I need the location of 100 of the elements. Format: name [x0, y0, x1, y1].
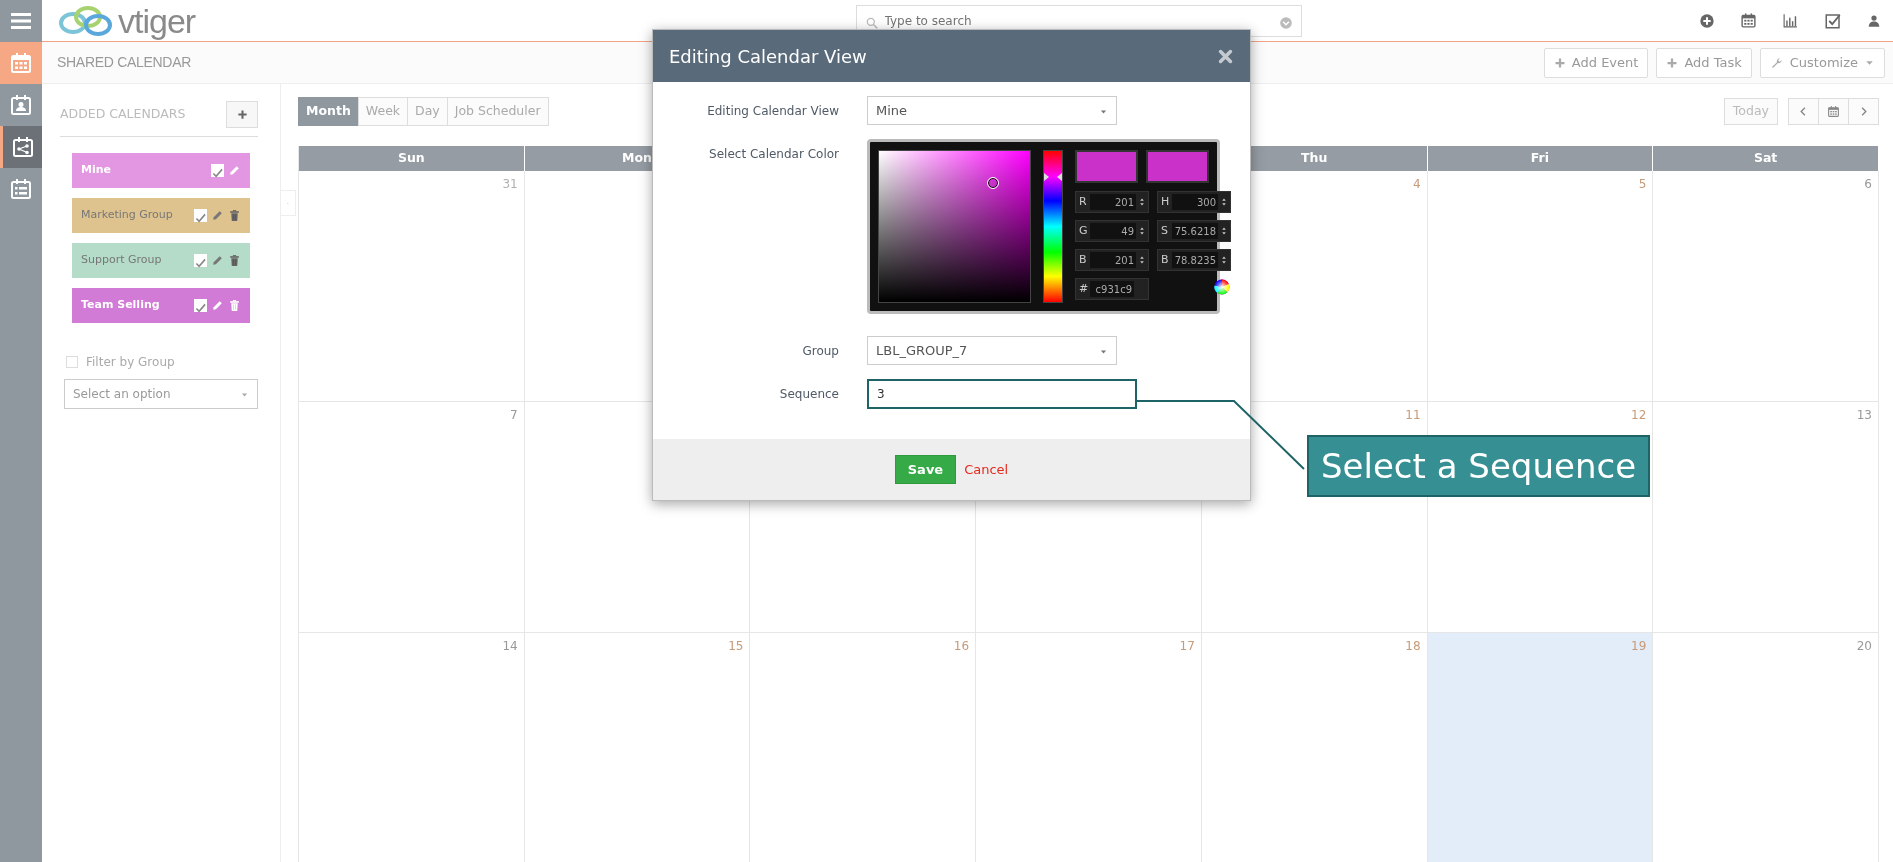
callout: Select a Sequence	[1307, 435, 1651, 497]
logo-text: vtiger	[118, 3, 196, 38]
checked-icon[interactable]	[194, 254, 207, 267]
calendar-name: Marketing Group	[81, 207, 173, 224]
day-cell[interactable]: 31	[299, 170, 525, 402]
weekday-label: Sun	[397, 148, 425, 167]
plus-icon	[1666, 56, 1679, 69]
day-number: 17	[1179, 637, 1195, 655]
day-number: 31	[502, 175, 518, 193]
dropdown-icon	[1278, 16, 1293, 30]
calendar-name: Mine	[81, 162, 111, 179]
day-cell[interactable]: 16	[750, 632, 977, 862]
new-color-swatch	[1075, 150, 1138, 183]
dialog-title: Editing Calendar View	[669, 44, 867, 69]
calendar-name: Team Selling	[81, 297, 160, 314]
day-cell[interactable]: 6	[1653, 170, 1879, 402]
calendar-person-icon	[9, 93, 33, 117]
day-number: 13	[1856, 406, 1872, 424]
day-number: 5	[1638, 175, 1647, 193]
field-label: Editing Calendar View	[707, 104, 839, 118]
checkbox-icon	[1824, 11, 1842, 30]
day-cell[interactable]: 17	[976, 632, 1202, 862]
day-number: 7	[510, 406, 518, 424]
saturation-area[interactable]	[878, 150, 1031, 303]
day-cell[interactable]: 20	[1653, 632, 1879, 862]
spinner-icon[interactable]	[1139, 197, 1145, 207]
day-number: 6	[1864, 175, 1872, 193]
pencil-icon[interactable]	[228, 164, 241, 177]
spinner-icon[interactable]	[1139, 255, 1145, 265]
weekday-label: Mon	[622, 148, 653, 167]
view-tab[interactable]: Day	[407, 97, 448, 126]
trash-icon[interactable]	[228, 254, 241, 267]
caret-icon	[240, 390, 249, 399]
group-select[interactable]: Select an option	[64, 379, 258, 409]
input-field[interactable]: 3	[867, 379, 1137, 409]
calendar-item[interactable]: Support Group	[72, 243, 250, 278]
pencil-icon[interactable]	[211, 299, 224, 312]
day-number: 15	[728, 637, 744, 655]
hue-slider[interactable]	[1043, 150, 1063, 303]
section-title: ADDED CALENDARS	[60, 105, 186, 124]
view-tab[interactable]: Month	[298, 97, 359, 126]
trash-icon[interactable]	[228, 209, 241, 222]
view-tab[interactable]: Week	[357, 97, 409, 126]
day-cell[interactable]: 18	[1201, 632, 1428, 862]
weekday-label: Thu	[1301, 148, 1328, 167]
calendar-item[interactable]: Team Selling	[72, 288, 250, 323]
header-button[interactable]: Add Event	[1543, 47, 1649, 78]
header-button[interactable]: Customize	[1759, 47, 1885, 78]
close-icon[interactable]	[1217, 48, 1234, 65]
day-number: 11	[1405, 406, 1421, 424]
logo-icon	[58, 4, 114, 37]
weekday-label: Sat	[1753, 148, 1778, 167]
filter-label: Filter by Group	[86, 354, 175, 371]
color-value-field[interactable]: R 201	[1075, 191, 1149, 213]
add-calendar-button[interactable]	[226, 101, 258, 128]
hue-handle[interactable]	[1044, 172, 1062, 181]
view-tab[interactable]: Job Scheduler	[446, 97, 549, 126]
calendar-name: Support Group	[81, 252, 162, 269]
calendar-icon	[9, 51, 33, 75]
day-cell[interactable]: 14	[299, 632, 525, 862]
header-button[interactable]: Add Task	[1656, 47, 1752, 78]
weekday-label: Fri	[1530, 148, 1549, 167]
wrench-icon	[1769, 55, 1784, 70]
cancel-link[interactable]: Cancel	[964, 459, 1009, 480]
color-value-field[interactable]: B 78.8235	[1157, 249, 1231, 271]
checked-icon[interactable]	[211, 164, 224, 177]
color-value-field[interactable]: G 49	[1075, 220, 1149, 242]
sidebar-item[interactable]	[0, 126, 42, 168]
day-cell[interactable]: 13	[1653, 401, 1879, 633]
pencil-icon[interactable]	[211, 209, 224, 222]
calendar-list-icon	[9, 177, 33, 201]
day-cell[interactable]: 15	[524, 632, 751, 862]
field-label: Select Calendar Color	[709, 147, 839, 161]
calendar-item[interactable]: Marketing Group	[72, 198, 250, 233]
calendar-icon	[1827, 104, 1840, 118]
calendar-picker-button[interactable]	[1818, 97, 1849, 125]
select-field[interactable]: Mine	[867, 96, 1117, 125]
add-icon	[1699, 12, 1715, 29]
calendar-item[interactable]: Mine	[72, 153, 250, 188]
checked-icon[interactable]	[194, 209, 207, 222]
hex-field[interactable]: # c931c9	[1075, 278, 1149, 300]
day-cell[interactable]: 5	[1427, 170, 1654, 402]
checked-icon[interactable]	[194, 299, 207, 312]
day-cell[interactable]: 19	[1427, 632, 1654, 862]
user-icon	[1867, 13, 1881, 28]
checkbox[interactable]	[66, 356, 78, 368]
day-number: 19	[1631, 637, 1647, 655]
day-number: 18	[1405, 637, 1421, 655]
spinner-icon[interactable]	[1139, 226, 1145, 236]
color-value-field[interactable]: S 75.6218	[1157, 220, 1231, 242]
color-value-field[interactable]: H 300	[1157, 191, 1231, 213]
trash-icon[interactable]	[228, 299, 241, 312]
day-cell[interactable]: 7	[299, 401, 525, 633]
pencil-icon[interactable]	[211, 254, 224, 267]
calendar-share-icon	[10, 135, 35, 159]
select-field[interactable]: LBL_GROUP_7	[867, 336, 1117, 365]
color-value-field[interactable]: B 201	[1075, 249, 1149, 271]
page-title: SHARED CALENDAR	[57, 53, 191, 72]
bar-chart-icon	[1782, 12, 1799, 29]
save-button[interactable]: Save	[894, 454, 957, 485]
